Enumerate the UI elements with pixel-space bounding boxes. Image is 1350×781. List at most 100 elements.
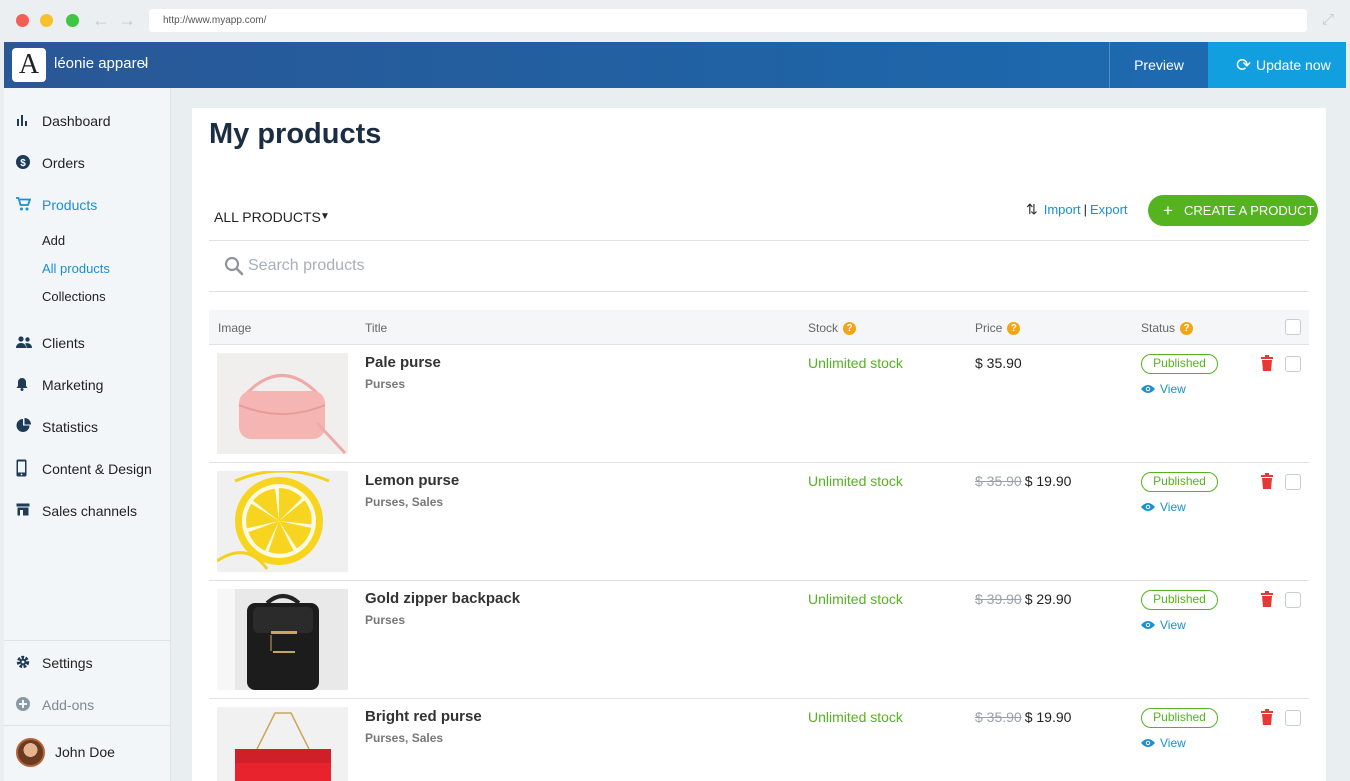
product-stock: Unlimited stock xyxy=(808,591,903,607)
sidebar-subitem-all-products[interactable]: All products xyxy=(42,261,110,276)
current-price: $ 29.90 xyxy=(1024,591,1072,607)
product-image[interactable] xyxy=(217,707,348,781)
pie-chart-icon xyxy=(16,418,42,436)
address-bar[interactable]: http://www.myapp.com/ xyxy=(149,9,1307,32)
store-switcher[interactable]: léonie apparel xyxy=(54,55,148,72)
app-header: A léonie apparel ⌄ Preview ⟳ Update now xyxy=(4,42,1346,88)
column-header-stock[interactable]: Stock? xyxy=(808,321,857,335)
products-panel: My products ALL PRODUCTS ▼ ⇅ Import | Ex… xyxy=(192,108,1326,781)
product-title[interactable]: Bright red purse xyxy=(365,708,482,725)
table-row[interactable]: Pale purse Purses Unlimited stock $ 35.9… xyxy=(209,345,1309,463)
help-icon[interactable]: ? xyxy=(1180,321,1194,335)
sidebar-item-content-design[interactable]: Content & Design xyxy=(16,458,152,480)
view-link[interactable]: View xyxy=(1141,382,1186,396)
preview-button[interactable]: Preview xyxy=(1109,42,1208,88)
update-now-button[interactable]: ⟳ Update now xyxy=(1208,42,1346,88)
row-checkbox[interactable] xyxy=(1285,592,1301,608)
close-window-button[interactable] xyxy=(16,14,29,27)
browser-chrome: ← → http://www.myapp.com/ ⤢ xyxy=(0,0,1350,42)
sidebar-item-sales-channels[interactable]: Sales channels xyxy=(16,500,137,522)
row-checkbox[interactable] xyxy=(1285,710,1301,726)
create-product-label: CREATE A PRODUCT xyxy=(1184,203,1315,218)
store-logo[interactable]: A xyxy=(12,48,46,82)
product-image[interactable] xyxy=(217,353,348,454)
status-badge[interactable]: Published xyxy=(1141,590,1218,610)
bell-icon xyxy=(16,377,42,394)
table-row[interactable]: Lemon purse Purses, Sales Unlimited stoc… xyxy=(209,463,1309,581)
trash-icon[interactable] xyxy=(1261,355,1273,371)
search-input[interactable] xyxy=(248,254,848,278)
chevron-down-icon[interactable]: ⌄ xyxy=(140,55,150,69)
sidebar-divider xyxy=(4,640,170,641)
sidebar-item-marketing[interactable]: Marketing xyxy=(16,374,103,396)
trash-icon[interactable] xyxy=(1261,473,1273,489)
product-stock: Unlimited stock xyxy=(808,473,903,489)
select-all-checkbox[interactable] xyxy=(1285,319,1301,335)
column-header-price[interactable]: Price? xyxy=(975,321,1021,335)
help-icon[interactable]: ? xyxy=(1007,321,1021,335)
caret-down-icon[interactable]: ▼ xyxy=(320,211,330,222)
view-link[interactable]: View xyxy=(1141,618,1186,632)
plus-circle-icon xyxy=(16,696,42,714)
minimize-window-button[interactable] xyxy=(40,14,53,27)
search-icon xyxy=(224,256,244,276)
product-category: Purses xyxy=(365,377,406,391)
sidebar-item-settings[interactable]: Settings xyxy=(16,652,93,674)
trash-icon[interactable] xyxy=(1261,709,1273,725)
column-header-image: Image xyxy=(218,321,252,335)
sidebar-item-addons[interactable]: Add-ons xyxy=(16,694,94,716)
column-header-status[interactable]: Status? xyxy=(1141,321,1194,335)
sidebar: Dashboard $ Orders Products Add All prod… xyxy=(4,88,171,781)
row-checkbox[interactable] xyxy=(1285,356,1301,372)
current-price: $ 35.90 xyxy=(975,355,1022,371)
dollar-icon: $ xyxy=(16,154,42,172)
status-badge[interactable]: Published xyxy=(1141,708,1218,728)
product-price: $ 35.90 $ 19.90 xyxy=(975,709,1071,725)
forward-arrow-icon[interactable]: → xyxy=(118,10,136,30)
eye-icon xyxy=(1141,385,1155,393)
update-now-label: Update now xyxy=(1256,57,1331,73)
trash-icon[interactable] xyxy=(1261,591,1273,607)
product-image[interactable] xyxy=(217,471,348,572)
table-row[interactable]: Gold zipper backpack Purses Unlimited st… xyxy=(209,581,1309,699)
back-arrow-icon[interactable]: ← xyxy=(92,10,110,30)
product-image[interactable] xyxy=(217,589,348,690)
refresh-icon: ⟳ xyxy=(1236,55,1252,75)
product-title[interactable]: Gold zipper backpack xyxy=(365,590,520,607)
sidebar-item-clients[interactable]: Clients xyxy=(16,332,85,354)
phone-icon xyxy=(16,459,42,480)
product-filter-dropdown[interactable]: ALL PRODUCTS xyxy=(214,209,321,225)
import-export: ⇅ Import | Export xyxy=(1026,201,1128,217)
store-icon xyxy=(16,503,42,519)
status-badge[interactable]: Published xyxy=(1141,354,1218,374)
export-link[interactable]: Export xyxy=(1090,202,1128,217)
view-link[interactable]: View xyxy=(1141,736,1186,750)
status-badge[interactable]: Published xyxy=(1141,472,1218,492)
maximize-window-button[interactable] xyxy=(66,14,79,27)
sidebar-item-products[interactable]: Products xyxy=(16,194,97,216)
sidebar-item-statistics[interactable]: Statistics xyxy=(16,416,98,438)
product-title[interactable]: Lemon purse xyxy=(365,472,459,489)
expand-icon[interactable]: ⤢ xyxy=(1322,11,1334,28)
user-name[interactable]: John Doe xyxy=(55,744,115,760)
sidebar-subitem-collections[interactable]: Collections xyxy=(42,289,106,304)
product-title[interactable]: Pale purse xyxy=(365,354,441,371)
cart-icon xyxy=(16,196,42,214)
table-row[interactable]: Bright red purse Purses, Sales Unlimited… xyxy=(209,699,1309,781)
product-price: $ 39.90 $ 29.90 xyxy=(975,591,1071,607)
product-category: Purses, Sales xyxy=(365,495,444,509)
import-link[interactable]: Import xyxy=(1044,202,1081,217)
sidebar-item-dashboard[interactable]: Dashboard xyxy=(16,110,111,132)
original-price: $ 35.90 xyxy=(975,709,1022,725)
product-category: Purses xyxy=(365,613,406,627)
product-category: Purses, Sales xyxy=(365,731,444,745)
row-checkbox[interactable] xyxy=(1285,474,1301,490)
sidebar-divider xyxy=(4,725,170,726)
column-header-title[interactable]: Title xyxy=(365,321,387,335)
sidebar-item-orders[interactable]: $ Orders xyxy=(16,152,85,174)
create-product-button[interactable]: + CREATE A PRODUCT xyxy=(1148,195,1318,226)
sidebar-subitem-add[interactable]: Add xyxy=(42,233,65,248)
view-link[interactable]: View xyxy=(1141,500,1186,514)
help-icon[interactable]: ? xyxy=(843,321,857,335)
avatar[interactable] xyxy=(16,738,45,767)
